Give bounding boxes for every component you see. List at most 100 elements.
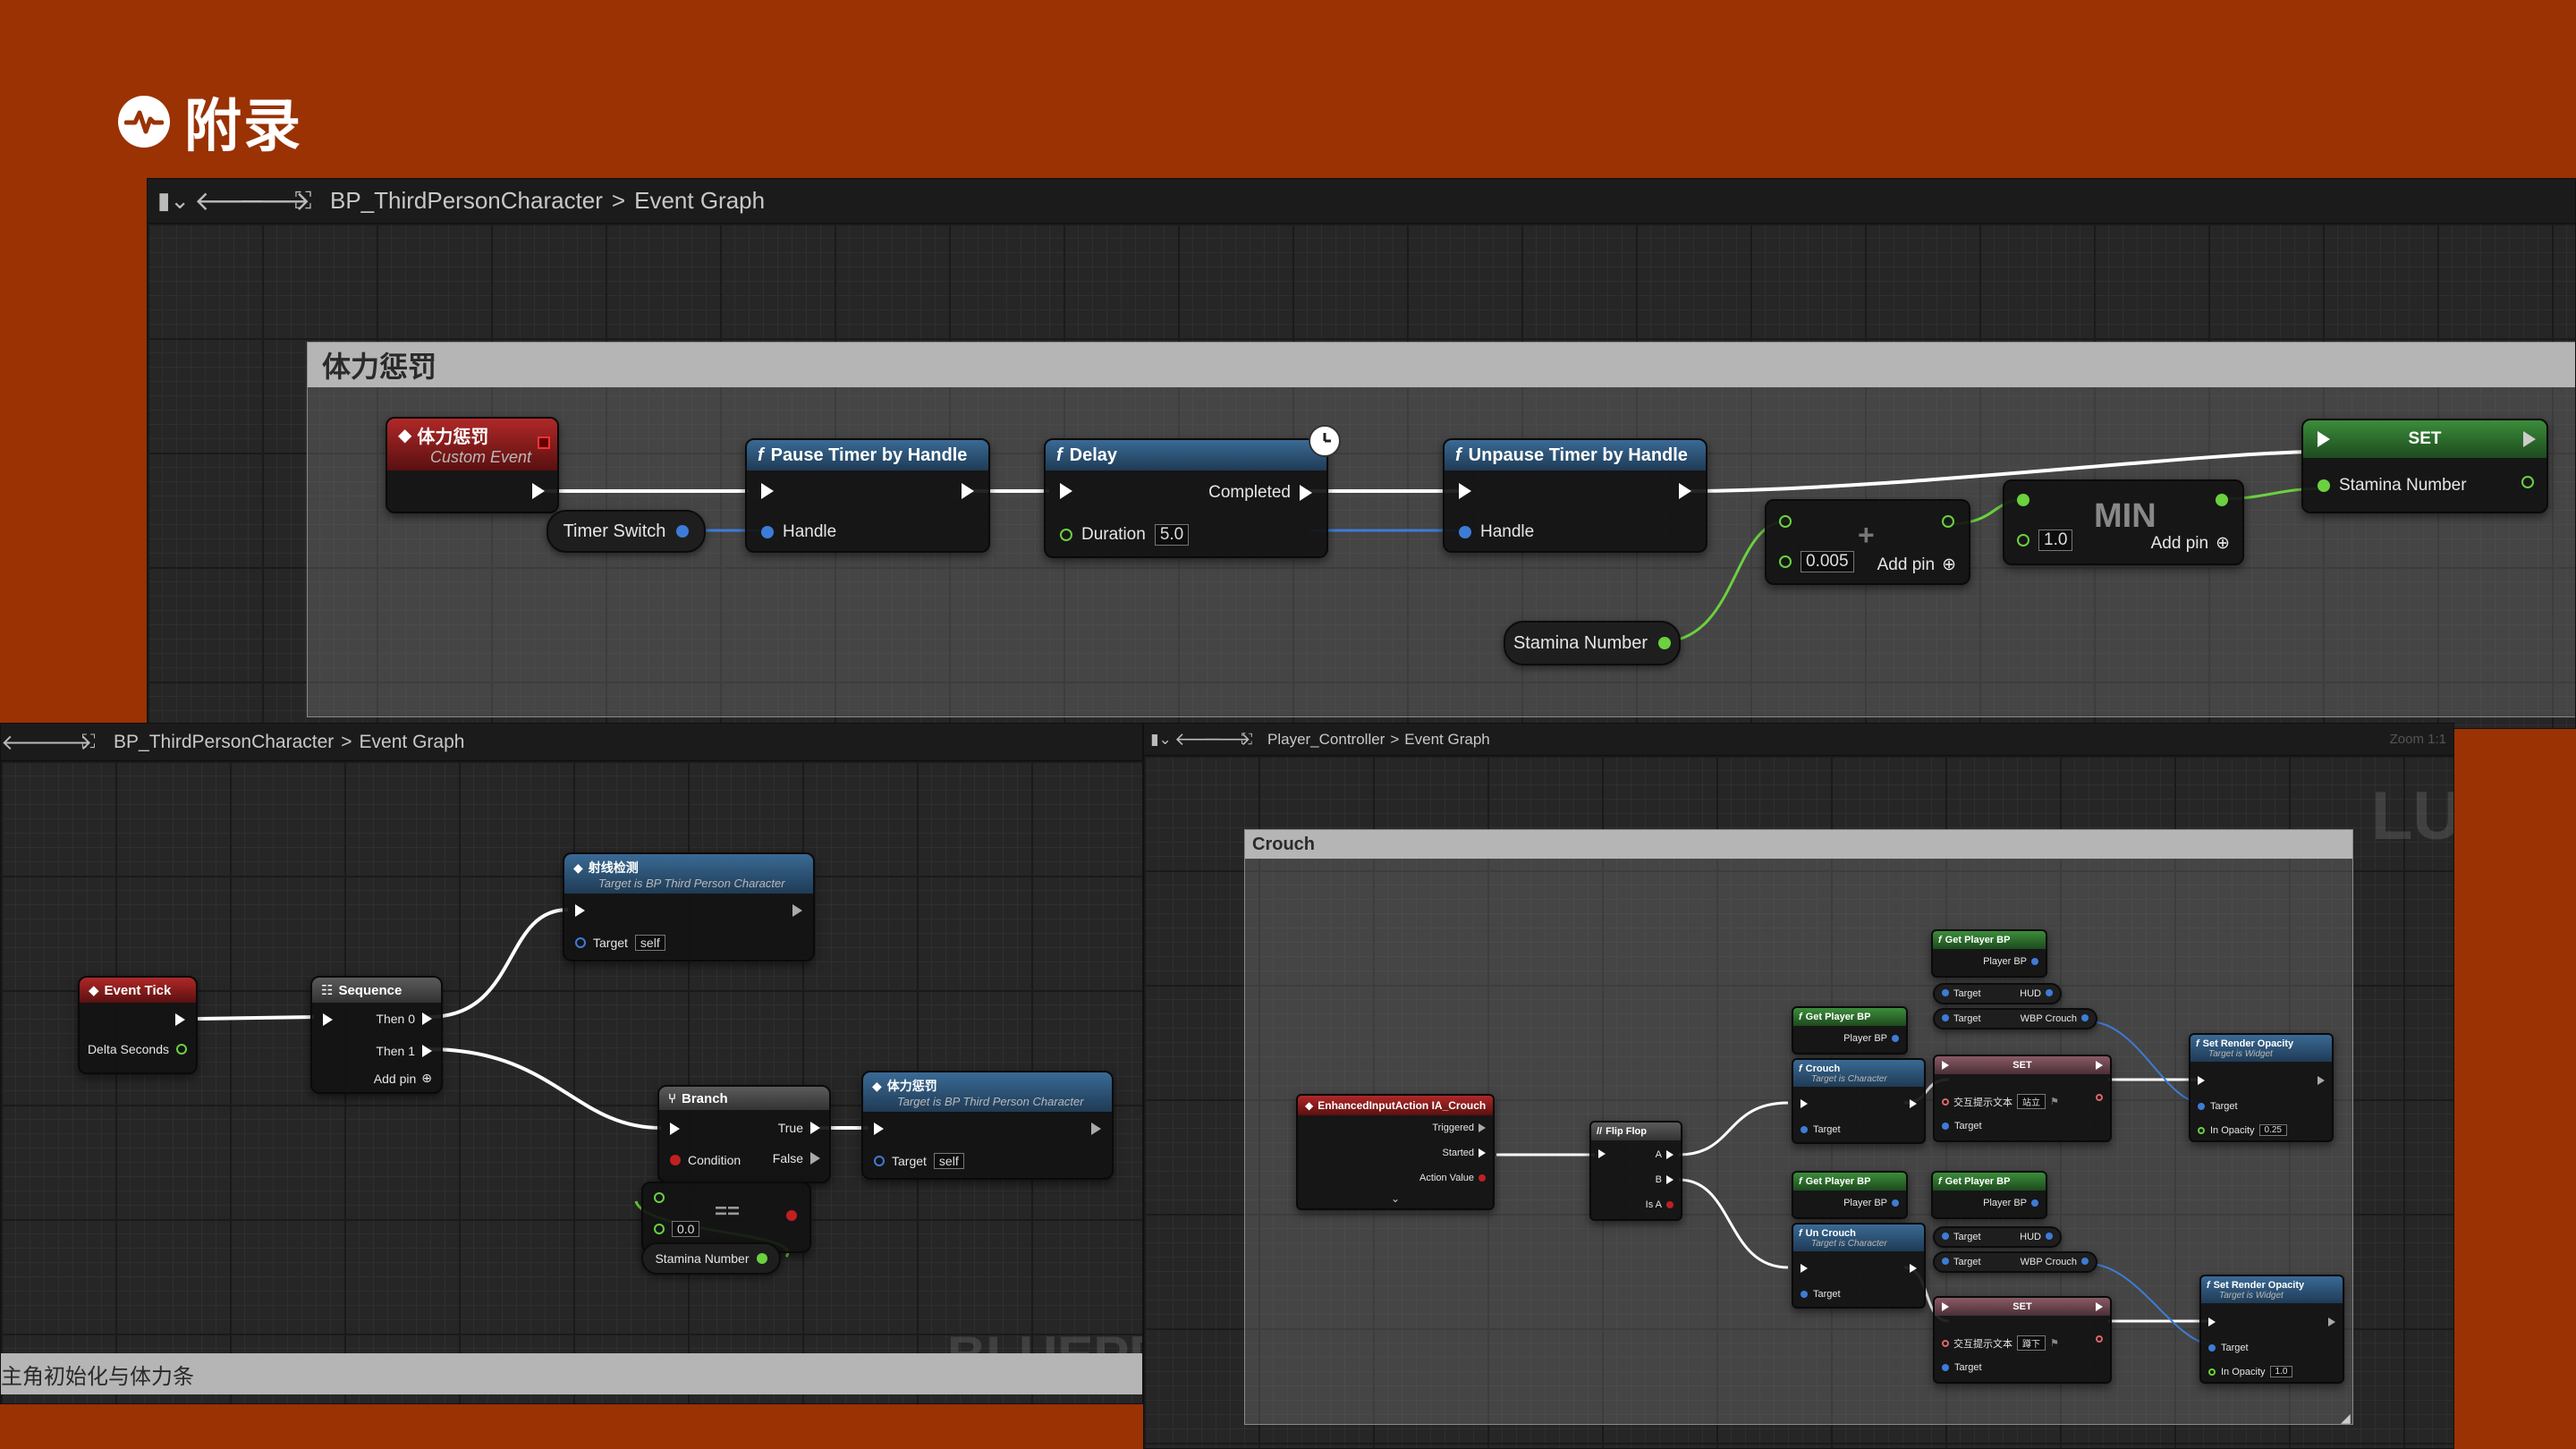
equal-input-b-pin[interactable] (654, 1224, 665, 1234)
exec-in-pin[interactable] (1942, 1302, 1949, 1311)
b-pin[interactable] (1666, 1175, 1674, 1184)
bookmark-icon[interactable]: ▮⌄ (1148, 731, 1174, 749)
uncrouch-node[interactable]: f Un Crouch Target is Character Target (1792, 1223, 1926, 1309)
target-pin[interactable] (1942, 989, 1949, 996)
breadcrumb-blueprint[interactable]: Player_Controller (1267, 731, 1385, 749)
exec-in-pin[interactable] (1942, 1061, 1949, 1070)
exec-out-pin[interactable] (2096, 1061, 2103, 1070)
target-pin[interactable] (1942, 1258, 1949, 1265)
bookmark-icon[interactable]: ▮⌄ (153, 187, 194, 215)
equal-value-field[interactable]: 0.0 (672, 1221, 700, 1237)
raycast-node[interactable]: ◆ 射线检测 Target is BP Third Person Characte… (563, 852, 815, 962)
delta-seconds-pin[interactable] (176, 1044, 187, 1055)
stamina-in-pin[interactable] (2318, 479, 2330, 492)
comment-box-bottom[interactable]: 主角初始化与体力条 (1, 1353, 1142, 1394)
add-pin-button[interactable]: Add pin (1877, 555, 1935, 575)
add-pin-plus-icon[interactable]: ⊕ (421, 1071, 432, 1086)
add-float-node[interactable]: + 0.005 Add pin ⊕ (1765, 499, 1970, 585)
exec-in-pin[interactable] (575, 904, 585, 917)
forward-arrow-icon[interactable]: 🡒 (239, 185, 310, 217)
target-pin[interactable] (1942, 1364, 1949, 1371)
exec-in-pin[interactable] (2318, 431, 2330, 447)
unpause-timer-node[interactable]: f Unpause Timer by Handle Handle (1443, 438, 1707, 553)
branch-node[interactable]: ⑂ Branch True Condition False (657, 1085, 831, 1183)
exec-in-pin[interactable] (2198, 1076, 2205, 1085)
player-bp-pin[interactable] (1892, 1199, 1899, 1207)
min-node[interactable]: MIN 1.0 Add pin ⊕ (2003, 479, 2244, 565)
graph-hierarchy-icon[interactable]: ⛶ (284, 187, 323, 216)
flipflop-node[interactable]: //Flip Flop A B Is A (1589, 1121, 1682, 1221)
min-output-pin[interactable] (2216, 494, 2228, 506)
exec-in-pin[interactable] (874, 1123, 884, 1135)
text-out-pin[interactable] (2096, 1335, 2103, 1343)
wbp-crouch-getter-2[interactable]: Target WBP Crouch (1933, 1251, 2097, 1273)
exec-out-hollow-pin[interactable] (1091, 1123, 1101, 1135)
exec-out-pin[interactable] (1910, 1264, 1917, 1273)
exec-in-pin[interactable] (2208, 1318, 2216, 1326)
breadcrumb-graph[interactable]: Event Graph (1404, 731, 1489, 749)
timer-switch-getter[interactable]: Timer Switch (547, 510, 706, 553)
sequence-node[interactable]: ☷ Sequence Then 0 Then 1 Add pin ⊕ (310, 976, 443, 1094)
back-arrow-icon[interactable]: 🡐 (1, 729, 58, 756)
exec-out-pin[interactable] (2096, 1302, 2103, 1311)
wbp-out-pin[interactable] (2081, 1258, 2089, 1265)
add-input-b-pin[interactable] (1779, 555, 1792, 568)
breadcrumb-graph[interactable]: Event Graph (360, 732, 465, 753)
comment-title[interactable]: Crouch (1245, 830, 2352, 859)
get-player-bp-node-4[interactable]: f Get Player BP Player BP (1931, 1171, 2047, 1219)
add-output-pin[interactable] (1942, 515, 1954, 528)
timer-switch-out-pin[interactable] (676, 525, 690, 538)
target-pin[interactable] (1942, 1233, 1949, 1240)
opacity-pin[interactable] (2208, 1368, 2216, 1376)
resize-grip-icon[interactable]: ◢ (2341, 1411, 2351, 1426)
exec-in-pin[interactable] (1801, 1099, 1808, 1108)
forward-arrow-icon[interactable]: 🡒 (1203, 728, 1251, 750)
exec-out-hollow-pin[interactable] (2328, 1318, 2335, 1326)
target-pin[interactable] (2198, 1103, 2205, 1110)
right-blueprint-panel[interactable]: ▮⌄ 🡐 🡒 ⛶ Player_Controller > Event Graph… (1143, 723, 2454, 1449)
player-bp-pin[interactable] (2031, 1199, 2038, 1207)
text-in-pin[interactable] (1942, 1097, 1949, 1106)
text-out-pin[interactable] (2096, 1094, 2103, 1101)
add-input-a-pin[interactable] (1779, 515, 1792, 528)
breadcrumb-blueprint[interactable]: BP_ThirdPersonCharacter (330, 187, 603, 215)
expand-chevron-icon[interactable]: ⌄ (1391, 1192, 1400, 1205)
add-pin-button[interactable]: Add pin (374, 1072, 416, 1086)
add-pin-plus-icon[interactable]: ⊕ (2216, 533, 2230, 554)
target-pin[interactable] (874, 1156, 885, 1166)
exec-in-pin[interactable] (1060, 483, 1072, 499)
true-pin[interactable] (810, 1122, 820, 1134)
completed-exec-pin[interactable] (1300, 485, 1312, 501)
wbp-crouch-getter-1[interactable]: Target WBP Crouch (1933, 1008, 2097, 1030)
stamina-getter-out-pin[interactable] (1658, 637, 1672, 649)
stamina-penalty-call-node[interactable]: ◆ 体力惩罚 Target is BP Third Person Characte… (861, 1071, 1114, 1180)
set-render-opacity-node-1[interactable]: f Set Render Opacity Target is Widget Tar… (2189, 1033, 2334, 1142)
duration-value-field[interactable]: 5.0 (1154, 524, 1190, 546)
back-arrow-icon[interactable]: 🡐 (1174, 728, 1223, 750)
handle-pin[interactable] (761, 526, 774, 538)
target-pin[interactable] (1801, 1291, 1808, 1298)
opacity-value-field[interactable]: 1.0 (2269, 1366, 2293, 1377)
set-render-opacity-node-2[interactable]: f Set Render Opacity Target is Widget Tar… (2199, 1275, 2344, 1384)
triggered-hollow-pin[interactable] (1479, 1123, 1486, 1132)
exec-out-pin[interactable] (1910, 1099, 1917, 1108)
exec-out-pin[interactable] (175, 1013, 185, 1026)
exec-in-pin[interactable] (761, 483, 774, 499)
breadcrumb-graph[interactable]: Event Graph (634, 187, 765, 215)
set-prompt-text-node-1[interactable]: SET 交互提示文本 站立 ⚑ Target (1933, 1055, 2112, 1142)
exec-out-pin[interactable] (532, 483, 545, 499)
player-bp-pin[interactable] (2031, 958, 2038, 965)
hud-out-pin[interactable] (2046, 989, 2053, 996)
condition-pin[interactable] (670, 1155, 681, 1165)
action-value-pin[interactable] (1479, 1174, 1486, 1182)
target-value-field[interactable]: self (933, 1153, 964, 1169)
event-tick-node[interactable]: ◆ Event Tick Delta Seconds (78, 976, 198, 1074)
add-value-field[interactable]: 0.005 (1801, 551, 1854, 572)
duration-pin[interactable] (1060, 529, 1072, 541)
a-pin[interactable] (1666, 1150, 1674, 1159)
target-pin[interactable] (1801, 1126, 1808, 1133)
stamina-getter[interactable]: Stamina Number (641, 1242, 781, 1275)
target-pin[interactable] (2208, 1344, 2216, 1352)
flag-icon[interactable]: ⚑ (2050, 1096, 2059, 1107)
started-exec-pin[interactable] (1479, 1148, 1486, 1157)
